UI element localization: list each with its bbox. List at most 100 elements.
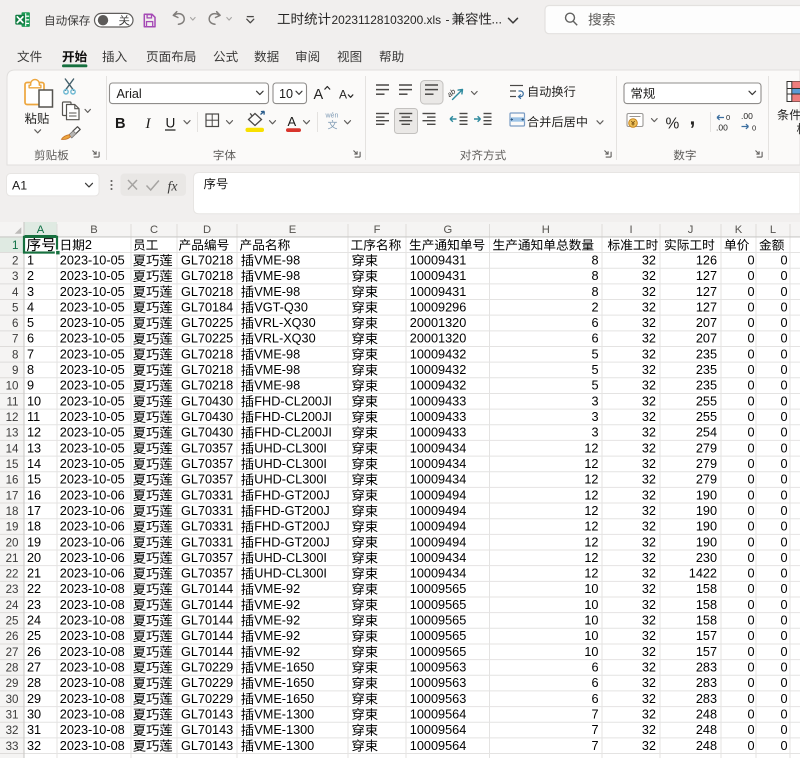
svg-text:0: 0 bbox=[780, 332, 787, 346]
svg-text:2023-10-05: 2023-10-05 bbox=[60, 300, 125, 314]
svg-text:1422: 1422 bbox=[689, 567, 717, 581]
svg-text:5: 5 bbox=[12, 301, 18, 314]
svg-text:GL70357: GL70357 bbox=[181, 457, 233, 471]
svg-text:0: 0 bbox=[747, 347, 754, 361]
svg-text:30: 30 bbox=[27, 707, 41, 721]
svg-text:VGT-Q30: VGT-Q30 bbox=[254, 300, 308, 314]
svg-text:0: 0 bbox=[747, 394, 754, 408]
svg-text:12: 12 bbox=[584, 520, 598, 534]
svg-text:27: 27 bbox=[27, 661, 41, 675]
svg-text:10009431: 10009431 bbox=[410, 269, 466, 283]
svg-text:K: K bbox=[735, 224, 743, 236]
svg-text:GL70229: GL70229 bbox=[181, 692, 233, 706]
svg-text:GL70225: GL70225 bbox=[181, 332, 233, 346]
svg-text:9: 9 bbox=[12, 364, 18, 377]
svg-text:0: 0 bbox=[747, 285, 754, 299]
svg-text:B: B bbox=[115, 116, 126, 132]
svg-text:13: 13 bbox=[6, 427, 19, 440]
svg-text:FHD-CL200JI: FHD-CL200JI bbox=[254, 394, 332, 408]
svg-text:32: 32 bbox=[642, 582, 656, 596]
svg-text:0: 0 bbox=[780, 379, 787, 393]
svg-text:254: 254 bbox=[696, 426, 717, 440]
svg-text:32: 32 bbox=[642, 723, 656, 737]
svg-text:126: 126 bbox=[696, 253, 717, 267]
svg-text:235: 235 bbox=[696, 379, 717, 393]
svg-text:2023-10-05: 2023-10-05 bbox=[60, 410, 125, 424]
svg-text:2: 2 bbox=[591, 300, 598, 314]
svg-text:0: 0 bbox=[780, 253, 787, 267]
svg-text:283: 283 bbox=[696, 661, 717, 675]
svg-text:31: 31 bbox=[6, 708, 19, 721]
svg-text:32: 32 bbox=[642, 598, 656, 612]
svg-text:2: 2 bbox=[12, 254, 18, 267]
svg-text:0: 0 bbox=[780, 535, 787, 549]
svg-text:2023-10-05: 2023-10-05 bbox=[60, 347, 125, 361]
svg-text:27: 27 bbox=[6, 646, 19, 659]
svg-text:3: 3 bbox=[591, 410, 598, 424]
svg-text:12: 12 bbox=[584, 441, 598, 455]
svg-text:12: 12 bbox=[6, 411, 19, 424]
svg-text:12: 12 bbox=[584, 567, 598, 581]
svg-text:0: 0 bbox=[780, 488, 787, 502]
svg-text:10009434: 10009434 bbox=[410, 567, 466, 581]
svg-text:157: 157 bbox=[696, 645, 717, 659]
svg-text:8: 8 bbox=[12, 348, 18, 361]
svg-text:2023-10-05: 2023-10-05 bbox=[60, 441, 125, 455]
svg-text:0: 0 bbox=[780, 567, 787, 581]
svg-text:A: A bbox=[37, 224, 45, 236]
svg-text:GL70144: GL70144 bbox=[181, 582, 233, 596]
svg-text:1: 1 bbox=[27, 253, 34, 267]
svg-text:GL70218: GL70218 bbox=[181, 269, 233, 283]
svg-text:VME-1300: VME-1300 bbox=[254, 723, 314, 737]
svg-text:FHD-GT200J: FHD-GT200J bbox=[254, 488, 329, 502]
svg-text:17: 17 bbox=[6, 489, 19, 502]
svg-text:C: C bbox=[150, 224, 158, 236]
svg-text:0: 0 bbox=[747, 520, 754, 534]
svg-text:248: 248 bbox=[696, 723, 717, 737]
svg-text:279: 279 bbox=[696, 457, 717, 471]
svg-text:GL70331: GL70331 bbox=[181, 504, 233, 518]
svg-text:2023-10-08: 2023-10-08 bbox=[60, 582, 125, 596]
svg-text:10: 10 bbox=[27, 394, 41, 408]
svg-text:3: 3 bbox=[591, 426, 598, 440]
svg-text:0: 0 bbox=[780, 661, 787, 675]
svg-text:2023-10-06: 2023-10-06 bbox=[60, 551, 125, 565]
svg-text:0: 0 bbox=[747, 488, 754, 502]
svg-text:0: 0 bbox=[780, 316, 787, 330]
svg-text:0: 0 bbox=[780, 551, 787, 565]
svg-text:0: 0 bbox=[747, 661, 754, 675]
svg-text:10009296: 10009296 bbox=[410, 300, 466, 314]
svg-text:13: 13 bbox=[27, 441, 41, 455]
svg-text:GL70357: GL70357 bbox=[181, 441, 233, 455]
svg-text:7: 7 bbox=[27, 347, 34, 361]
svg-text:.00: .00 bbox=[741, 111, 753, 121]
svg-text:279: 279 bbox=[696, 473, 717, 487]
svg-text:2023-10-06: 2023-10-06 bbox=[60, 504, 125, 518]
svg-text:10009563: 10009563 bbox=[410, 676, 466, 690]
svg-text:12: 12 bbox=[584, 473, 598, 487]
svg-text:UHD-CL300I: UHD-CL300I bbox=[254, 473, 327, 487]
svg-text:GL70331: GL70331 bbox=[181, 488, 233, 502]
svg-text:8: 8 bbox=[591, 269, 598, 283]
svg-text:GL70143: GL70143 bbox=[181, 707, 233, 721]
svg-text:127: 127 bbox=[696, 285, 717, 299]
svg-text:0: 0 bbox=[747, 723, 754, 737]
svg-text:GL70229: GL70229 bbox=[181, 676, 233, 690]
svg-text:32: 32 bbox=[642, 535, 656, 549]
svg-text:32: 32 bbox=[642, 567, 656, 581]
svg-text:0: 0 bbox=[780, 394, 787, 408]
svg-text:10009564: 10009564 bbox=[410, 739, 466, 753]
svg-text:10009494: 10009494 bbox=[410, 488, 466, 502]
svg-text:-: - bbox=[446, 13, 450, 27]
svg-text:32: 32 bbox=[642, 269, 656, 283]
svg-text:32: 32 bbox=[642, 457, 656, 471]
svg-text:VME-92: VME-92 bbox=[254, 614, 300, 628]
svg-text:7: 7 bbox=[591, 739, 598, 753]
svg-text:283: 283 bbox=[696, 676, 717, 690]
svg-text:32: 32 bbox=[642, 347, 656, 361]
svg-text:20001320: 20001320 bbox=[410, 316, 466, 330]
svg-text:32: 32 bbox=[642, 520, 656, 534]
svg-text:A1: A1 bbox=[12, 178, 27, 192]
svg-text:10009563: 10009563 bbox=[410, 661, 466, 675]
svg-text:10009433: 10009433 bbox=[410, 426, 466, 440]
